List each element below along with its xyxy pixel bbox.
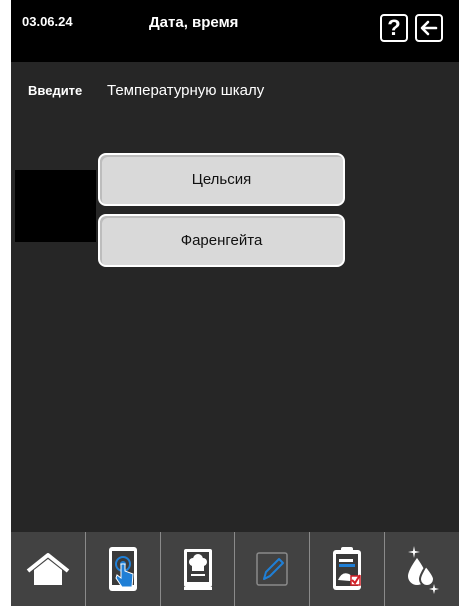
black-panel [15,170,96,242]
header-bar: 03.06.24 Дата, время ? [11,0,459,62]
recipe-book-icon [183,549,212,590]
nav-cleaning[interactable] [385,532,459,606]
fahrenheit-button[interactable]: Фаренгейта [98,214,345,267]
arrow-left-icon [420,20,438,36]
nav-recipes[interactable] [161,532,236,606]
celsius-button[interactable]: Цельсия [98,153,345,206]
nav-home[interactable] [11,532,86,606]
pencil-edit-icon [256,552,289,586]
touch-tablet-icon [108,547,137,591]
prompt-label: Введите [28,83,83,98]
cleaning-drops-icon [408,546,440,594]
back-button[interactable] [415,14,443,42]
page-title: Дата, время [145,12,243,33]
question-icon: ? [387,15,401,40]
nav-edit[interactable] [235,532,311,606]
bottom-nav [11,532,459,606]
checklist-clipboard-icon [333,547,362,590]
date-label: 03.06.24 [22,14,73,29]
device-screen: 03.06.24 Дата, время ? Введите Температу… [11,0,459,606]
help-button[interactable]: ? [380,14,408,42]
home-icon [26,553,70,585]
nav-touch[interactable] [86,532,161,606]
nav-checklist[interactable] [310,532,386,606]
prompt-text: Температурную шкалу [107,82,265,99]
